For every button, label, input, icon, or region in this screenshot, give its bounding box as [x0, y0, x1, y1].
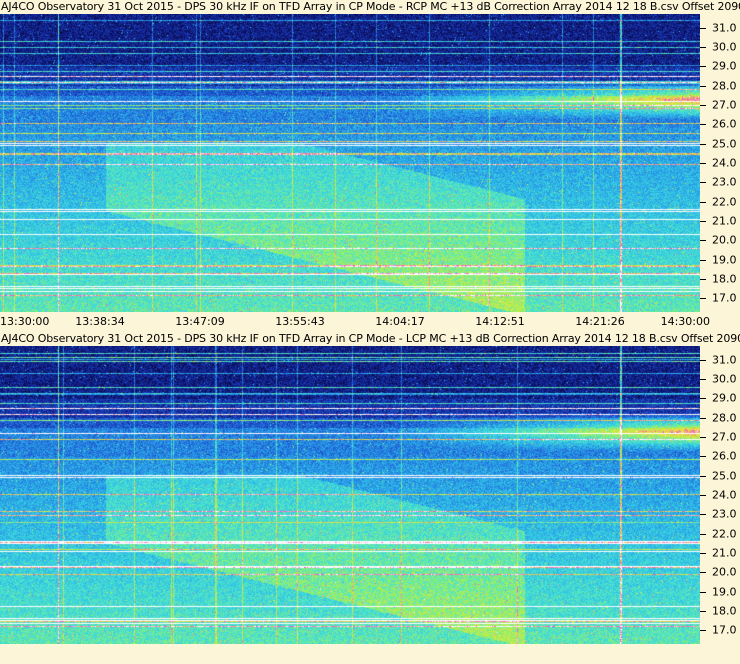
- frequency-tick-label: 26.0: [712, 449, 737, 463]
- frequency-tick: [700, 279, 706, 281]
- frequency-tick-label: 19.0: [712, 253, 737, 267]
- frequency-tick-label: 30.0: [712, 372, 737, 386]
- frequency-tick: [700, 298, 706, 300]
- lcp-chart-title: AJ4CO Observatory 31 Oct 2015 - DPS 30 k…: [0, 332, 740, 346]
- frequency-tick: [700, 46, 706, 48]
- frequency-tick-label: 30.0: [712, 40, 737, 54]
- frequency-tick-label: 28.0: [712, 79, 737, 93]
- frequency-tick-label: 27.0: [712, 98, 737, 112]
- frequency-tick: [700, 436, 706, 438]
- frequency-tick-label: 21.0: [712, 214, 737, 228]
- time-tick-label: 14:12:51: [475, 315, 525, 328]
- frequency-tick: [700, 85, 706, 87]
- frequency-tick-label: 17.0: [712, 291, 737, 305]
- frequency-tick-label: 18.0: [712, 604, 737, 618]
- frequency-tick: [700, 533, 706, 535]
- frequency-tick: [700, 495, 706, 496]
- frequency-tick: [700, 104, 706, 106]
- frequency-tick-label: 23.0: [712, 507, 737, 521]
- frequency-tick-label: 19.0: [712, 585, 737, 599]
- frequency-tick-label: 25.0: [712, 469, 737, 483]
- frequency-tick: [700, 553, 706, 555]
- frequency-tick-label: 24.0: [712, 488, 737, 502]
- time-tick-label: 13:55:43: [275, 315, 325, 328]
- frequency-tick-label: 20.0: [712, 565, 737, 579]
- frequency-tick-label: 21.0: [712, 546, 737, 560]
- frequency-tick-label: 31.0: [712, 353, 737, 367]
- time-tick-label: 13:30:00: [0, 315, 50, 328]
- rcp-frequency-axis: 31.0 30.0 29.0 28.0 27.0 26.0 25.0 24.0 23.0 22.0…: [700, 14, 740, 312]
- frequency-tick-label: 22.0: [712, 527, 737, 541]
- frequency-tick-label: 22.0: [712, 195, 737, 209]
- rcp-chart-title: AJ4CO Observatory 31 Oct 2015 - DPS 30 k…: [0, 0, 740, 14]
- frequency-tick: [700, 417, 706, 419]
- frequency-tick-label: 18.0: [712, 272, 737, 286]
- frequency-tick: [700, 630, 706, 632]
- lcp-spectrogram-canvas: [0, 346, 700, 644]
- frequency-tick-label: 31.0: [712, 21, 737, 35]
- frequency-tick: [700, 163, 706, 164]
- time-tick-label: 13:47:09: [175, 315, 225, 328]
- frequency-tick: [700, 143, 706, 145]
- frequency-tick-label: 25.0: [712, 137, 737, 151]
- frequency-tick-label: 20.0: [712, 233, 737, 247]
- frequency-tick-label: 28.0: [712, 411, 737, 425]
- lcp-frequency-axis: 31.0 30.0 29.0 28.0 27.0 26.0 25.0 24.0 23.0 22.0…: [700, 346, 740, 644]
- frequency-tick: [700, 611, 706, 613]
- frequency-tick: [700, 398, 706, 400]
- rcp-spectrogram-panel: AJ4CO Observatory 31 Oct 2015 - DPS 30 k…: [0, 0, 740, 332]
- frequency-tick: [700, 514, 706, 516]
- frequency-tick: [700, 572, 706, 574]
- frequency-tick: [700, 124, 706, 126]
- rcp-time-axis: 13:30:00 13:38:34 13:47:09 13:55:43 14:04:17…: [0, 312, 740, 332]
- lcp-time-axis: [0, 644, 740, 664]
- frequency-tick-label: 29.0: [712, 391, 737, 405]
- time-tick-label: 14:30:00: [660, 315, 710, 328]
- frequency-tick-label: 26.0: [712, 117, 737, 131]
- frequency-tick: [700, 201, 706, 203]
- time-tick-label: 14:04:17: [375, 315, 425, 328]
- frequency-tick-label: 17.0: [712, 623, 737, 637]
- frequency-tick: [700, 591, 706, 593]
- time-tick-label: 14:21:26: [575, 315, 625, 328]
- lcp-spectrogram-panel: AJ4CO Observatory 31 Oct 2015 - DPS 30 k…: [0, 332, 740, 664]
- frequency-tick: [700, 182, 706, 184]
- frequency-tick: [700, 378, 706, 380]
- frequency-tick-label: 23.0: [712, 175, 737, 189]
- frequency-tick: [700, 221, 706, 223]
- frequency-tick: [700, 359, 706, 361]
- frequency-tick: [700, 259, 706, 261]
- rcp-spectrogram-canvas: [0, 14, 700, 312]
- frequency-tick-label: 29.0: [712, 59, 737, 73]
- frequency-tick: [700, 456, 706, 458]
- frequency-tick: [700, 240, 706, 242]
- frequency-tick-label: 27.0: [712, 430, 737, 444]
- frequency-tick-label: 24.0: [712, 156, 737, 170]
- frequency-tick: [700, 27, 706, 29]
- frequency-tick: [700, 66, 706, 68]
- frequency-tick: [700, 475, 706, 477]
- time-tick-label: 13:38:34: [75, 315, 125, 328]
